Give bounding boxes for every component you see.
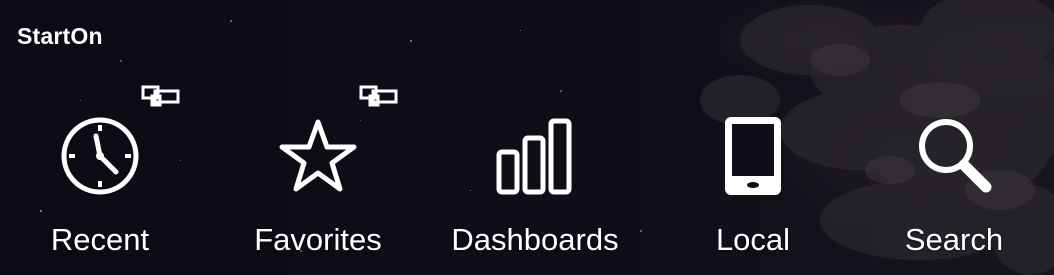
nav-item-recent[interactable]: Recent [0, 85, 200, 270]
nav-item-dashboards[interactable]: Dashboards [435, 100, 635, 270]
app-title: StartOn [17, 23, 103, 49]
nav-item-label: Local [715, 222, 791, 257]
multi-window-badge-icon [359, 85, 398, 107]
search-icon [919, 119, 992, 193]
nav-item-label: Recent [50, 222, 150, 257]
nav-item-search[interactable]: Search [854, 100, 1054, 270]
tablet-icon [725, 117, 781, 195]
clock-icon [61, 117, 139, 195]
nav-item-label: Dashboards [451, 222, 619, 257]
multi-window-badge-icon [141, 85, 180, 107]
star-icon [279, 119, 357, 192]
nav-item-label: Search [904, 222, 1004, 257]
nav-item-local[interactable]: Local [653, 100, 853, 270]
bar-chart-icon [496, 118, 572, 195]
nav-item-favorites[interactable]: Favorites [218, 85, 418, 270]
nav-item-label: Favorites [254, 222, 382, 257]
